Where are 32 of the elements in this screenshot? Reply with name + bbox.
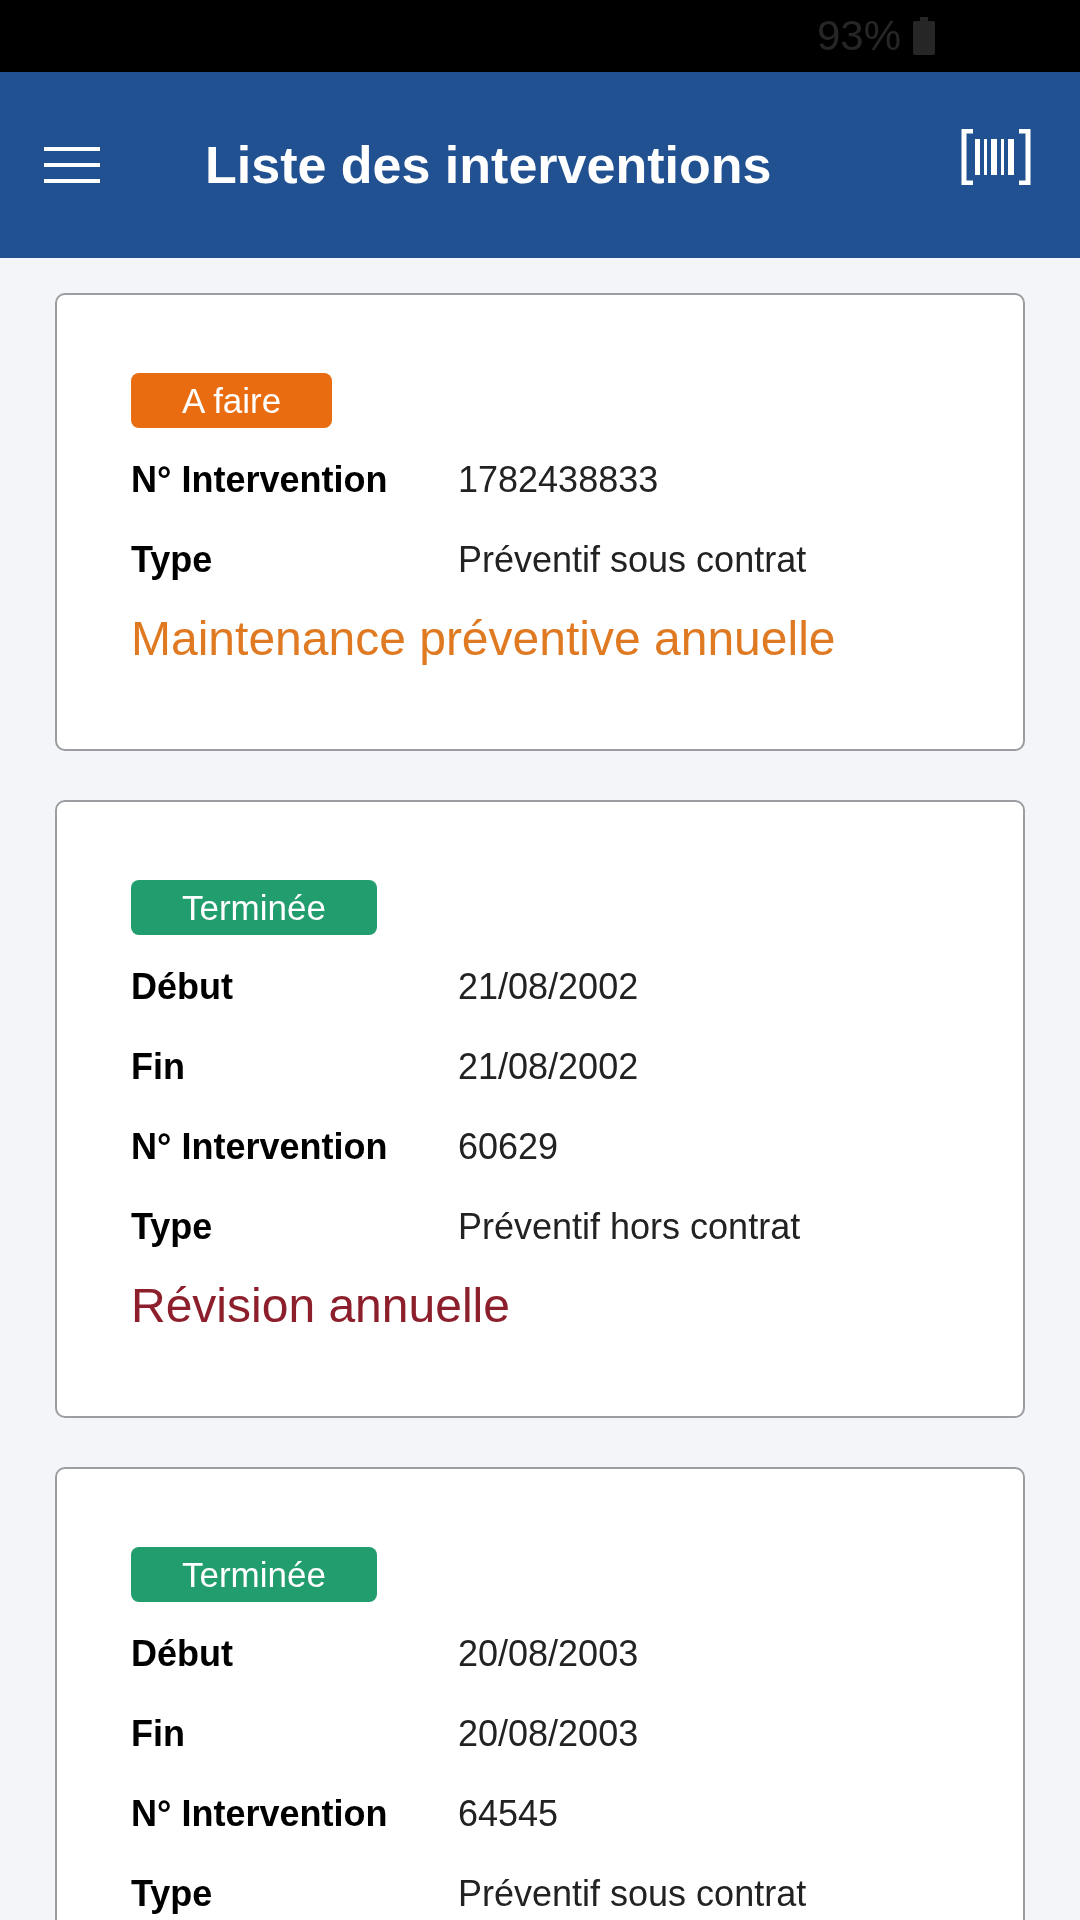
field-label: N° Intervention — [131, 1129, 389, 1165]
field-value: 21/08/2002 — [458, 1049, 639, 1085]
field-label: Fin — [131, 1049, 186, 1085]
status-badge: Terminée — [131, 880, 377, 935]
intervention-card[interactable]: Terminée Début 21/08/2002 Fin 21/08/2002 N° Intervention 60629 Type Préventif hors contrat Révision annuelle — [55, 800, 1025, 1418]
field-value: 20/08/2003 — [458, 1636, 639, 1672]
field-value: Préventif sous contrat — [458, 1876, 807, 1912]
field-value: Préventif hors contrat — [458, 1209, 801, 1245]
intervention-card[interactable]: A faire N° Intervention 1782438833 Type Préventif sous contrat Maintenance préventive annuelle — [55, 293, 1025, 751]
field-label: N° Intervention — [131, 1796, 389, 1832]
field-label: Type — [131, 1209, 214, 1245]
field-value: 64545 — [458, 1796, 559, 1832]
field-value: 21/08/2002 — [458, 969, 639, 1005]
field-label: Type — [131, 1876, 214, 1912]
field-value: 20/08/2003 — [458, 1716, 639, 1752]
intervention-card[interactable]: Terminée Début 20/08/2003 Fin 20/08/2003 N° Intervention 64545 Type Préventif sous contrat — [55, 1467, 1025, 1920]
field-value: 60629 — [458, 1129, 559, 1165]
field-label: N° Intervention — [131, 462, 389, 498]
intervention-title: Révision annuelle — [131, 1278, 510, 1334]
barcode-icon[interactable] — [961, 128, 1031, 185]
field-value: Préventif sous contrat — [458, 542, 807, 578]
field-label: Début — [131, 1636, 234, 1672]
field-label: Début — [131, 969, 234, 1005]
field-label: Fin — [131, 1716, 186, 1752]
battery-icon — [913, 17, 935, 55]
menu-icon[interactable] — [44, 147, 100, 183]
field-label: Type — [131, 542, 214, 578]
status-badge: Terminée — [131, 1547, 377, 1602]
field-value: 1782438833 — [458, 462, 659, 498]
status-badge: A faire — [131, 373, 333, 428]
intervention-title: Maintenance préventive annuelle — [131, 611, 836, 667]
app-bar-title: Liste des interventions — [205, 135, 772, 196]
